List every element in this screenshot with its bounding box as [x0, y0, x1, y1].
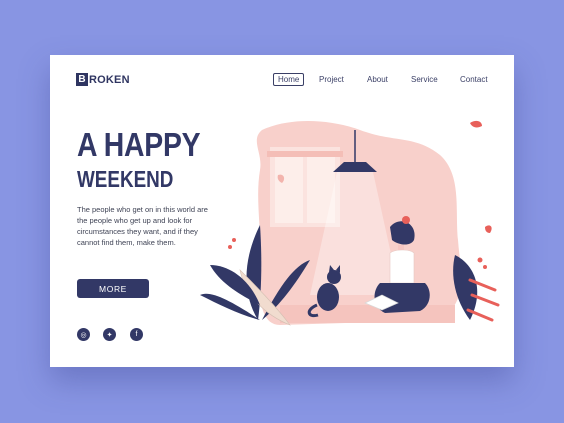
hero-subtitle: WEEKEND — [77, 166, 174, 192]
more-button[interactable]: MORE — [77, 279, 149, 298]
twitter-icon[interactable]: ✦ — [103, 328, 116, 341]
hero-description: The people who get on in this world are … — [77, 205, 208, 247]
window-pane — [275, 155, 303, 223]
berry — [477, 257, 483, 263]
nav-item-project[interactable]: Project — [319, 75, 344, 84]
hero-illustration — [200, 120, 500, 326]
leaf-large — [246, 225, 262, 320]
woman-top — [389, 249, 415, 284]
leaf-right — [453, 255, 478, 320]
landing-card: B ROKEN Home Project About Service Conta… — [50, 55, 514, 367]
cat-body — [317, 283, 339, 311]
instagram-icon[interactable]: ◎ — [77, 328, 90, 341]
nav-item-service[interactable]: Service — [411, 75, 438, 84]
floor — [280, 305, 455, 323]
top-nav: Home Project About Service Contact — [50, 73, 514, 88]
berry — [232, 238, 236, 242]
window-sill — [267, 151, 343, 157]
berry — [228, 245, 232, 249]
hero-title: A HAPPY — [77, 126, 201, 163]
hair-flower — [402, 216, 410, 224]
nav-item-about[interactable]: About — [367, 75, 388, 84]
floating-leaf — [470, 120, 482, 128]
nav-item-contact[interactable]: Contact — [460, 75, 488, 84]
nav-item-home[interactable]: Home — [273, 73, 305, 86]
floating-leaf — [485, 225, 492, 233]
facebook-icon[interactable]: f — [130, 328, 143, 341]
berry — [483, 265, 487, 269]
